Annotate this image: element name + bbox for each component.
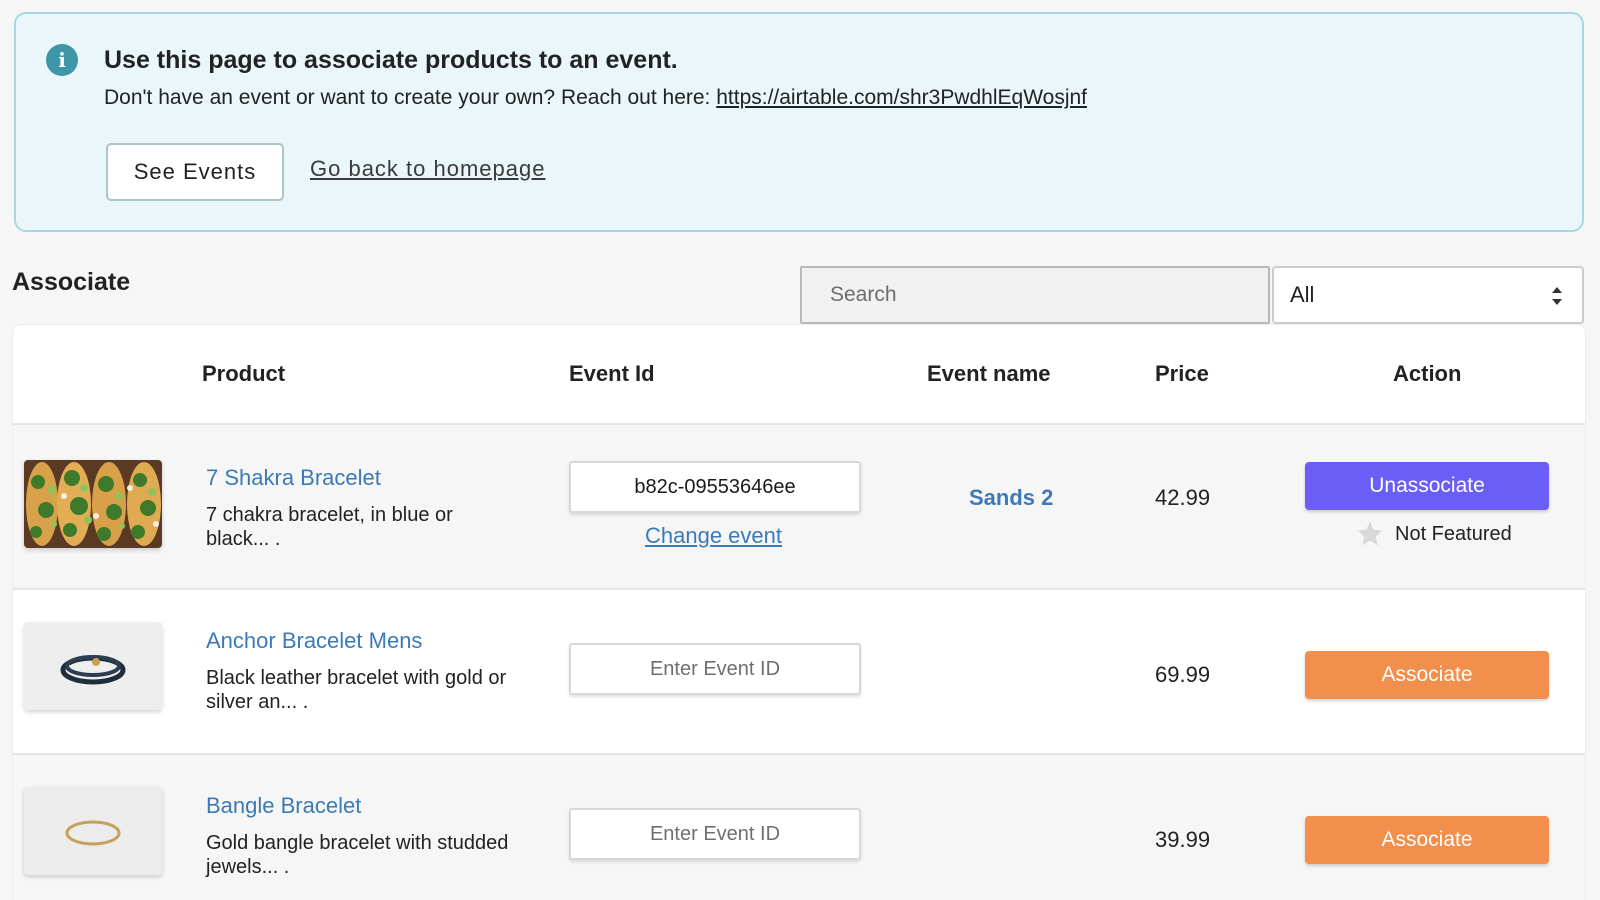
star-icon — [1357, 521, 1383, 546]
change-event-link[interactable]: Change event — [645, 523, 782, 549]
price: 69.99 — [1155, 662, 1211, 687]
banner-title: Use this page to associate products to a… — [104, 46, 678, 74]
table-header: Product Event Id Event name Price Action — [13, 325, 1585, 425]
search-input[interactable] — [800, 266, 1270, 324]
leather-bracelet-photo — [24, 622, 162, 710]
info-banner: i Use this page to associate products to… — [14, 12, 1584, 232]
sort-arrows-icon — [1552, 287, 1562, 305]
product-description: 7 chakra bracelet, in blue or black... . — [206, 504, 453, 550]
table-row: Bangle Bracelet Gold bangle bracelet wit… — [13, 755, 1585, 900]
column-header-action: Action — [1393, 361, 1462, 386]
bangle-photo — [24, 787, 162, 875]
event-id-input[interactable] — [569, 808, 861, 860]
see-events-button[interactable]: See Events — [106, 143, 284, 201]
product-image[interactable] — [24, 787, 162, 875]
product-image[interactable] — [24, 460, 162, 548]
product-image[interactable] — [24, 622, 162, 710]
event-name-link[interactable]: Sands 2 — [969, 485, 1053, 511]
airtable-link[interactable]: https://airtable.com/shr3PwdhlEqWosjnf — [716, 86, 1087, 109]
filter-select-value: All — [1290, 282, 1315, 307]
column-header-product: Product — [202, 361, 286, 386]
associate-button[interactable]: Associate — [1305, 816, 1549, 864]
products-table: Product Event Id Event name Price Action — [13, 325, 1585, 900]
go-back-homepage-link[interactable]: Go back to homepage — [310, 156, 545, 182]
column-header-event-name: Event name — [927, 361, 1051, 386]
product-description: Gold bangle bracelet with studded jewels… — [206, 832, 509, 878]
event-id-input[interactable] — [569, 461, 861, 513]
unassociate-button[interactable]: Unassociate — [1305, 462, 1549, 510]
column-header-price: Price — [1155, 361, 1209, 386]
table-row: 7 Shakra Bracelet 7 chakra bracelet, in … — [13, 425, 1585, 590]
featured-toggle[interactable]: Not Featured — [1355, 519, 1512, 549]
tacos-photo — [24, 460, 162, 548]
column-header-event-id: Event Id — [569, 361, 655, 386]
filter-select[interactable]: All — [1272, 266, 1584, 324]
banner-text-copy: Don't have an event or want to create yo… — [104, 86, 717, 109]
section-title: Associate — [12, 268, 131, 296]
product-name-link[interactable]: Anchor Bracelet Mens — [206, 628, 422, 654]
event-id-input[interactable] — [569, 643, 861, 695]
banner-text: Don't have an event or want to create yo… — [104, 86, 1087, 110]
table-row: Anchor Bracelet Mens Black leather brace… — [13, 590, 1585, 755]
product-description: Black leather bracelet with gold or silv… — [206, 667, 507, 713]
price: 42.99 — [1155, 485, 1211, 510]
featured-label: Not Featured — [1395, 522, 1512, 545]
price: 39.99 — [1155, 827, 1211, 852]
product-name-link[interactable]: Bangle Bracelet — [206, 793, 361, 819]
associate-button[interactable]: Associate — [1305, 651, 1549, 699]
product-name-link[interactable]: 7 Shakra Bracelet — [206, 465, 381, 491]
info-icon: i — [46, 44, 78, 76]
